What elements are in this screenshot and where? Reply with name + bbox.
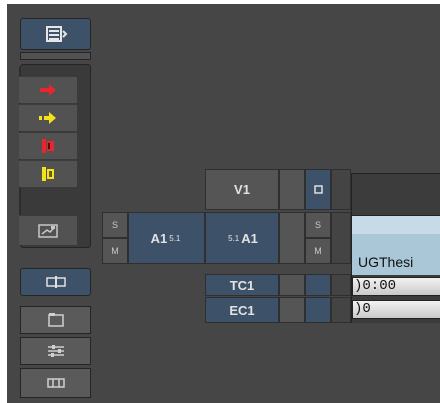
- v1-label: V1: [234, 182, 250, 197]
- v1-monitor-button[interactable]: [305, 169, 331, 210]
- mute-label: M: [111, 246, 119, 256]
- mixer-button[interactable]: [20, 337, 91, 365]
- editor-window: V1 S M A1 5.1 5.1 A1 S M TC1 EC1 UGThesi…: [7, 4, 440, 403]
- ec1-lock-cell: [279, 297, 305, 323]
- yellow-arrow-right-icon: [39, 112, 56, 124]
- splice-button[interactable]: [19, 132, 77, 159]
- ec1-label: EC1: [229, 302, 255, 318]
- a1-record-mute-button[interactable]: M: [305, 238, 331, 264]
- edgecode-track-bar: )0: [352, 300, 440, 319]
- v1-record-track-selector[interactable]: V1: [205, 169, 279, 210]
- grid-view-icon: [46, 378, 65, 388]
- a1-record-track-selector[interactable]: 5.1 A1: [205, 212, 279, 264]
- extract-button[interactable]: [19, 104, 77, 131]
- grid-view-button[interactable]: [20, 368, 91, 398]
- overwrite-button[interactable]: [19, 160, 77, 187]
- a1-source-mute-button[interactable]: M: [102, 238, 128, 264]
- mixer-sliders-icon: [47, 345, 64, 357]
- audio-clip[interactable]: UGThesi: [352, 215, 440, 275]
- palette-divider: [20, 52, 91, 60]
- split-track-button[interactable]: [20, 268, 91, 296]
- replace-button[interactable]: [19, 215, 77, 245]
- timecode-track-bar: )0:00: [352, 277, 440, 296]
- lift-button[interactable]: [19, 76, 77, 103]
- screen-edit-icon: [38, 223, 58, 238]
- a1-source-format: 5.1: [169, 233, 181, 243]
- a1-source-label: A1: [150, 230, 168, 246]
- v1-spacer: [331, 169, 351, 210]
- tc1-track[interactable]: TC1: [205, 274, 279, 296]
- a1-record-solo-button[interactable]: S: [305, 212, 331, 238]
- red-clip-icon: [42, 139, 54, 153]
- a1-source-track-selector[interactable]: A1 5.1: [128, 212, 205, 264]
- tc1-lock-cell: [279, 274, 305, 296]
- red-arrow-right-icon: [40, 84, 56, 96]
- a1-spacer: [331, 212, 351, 264]
- split-track-icon: [45, 276, 66, 288]
- v1-lock-button[interactable]: [279, 169, 305, 210]
- ec1-spacer: [331, 297, 351, 323]
- clip-name: UGThesi: [358, 254, 414, 270]
- clip-frame-button[interactable]: [20, 306, 91, 334]
- tc1-spacer: [331, 274, 351, 296]
- ec1-track[interactable]: EC1: [205, 297, 279, 323]
- yellow-clip-icon: [42, 167, 54, 181]
- solo-label: S: [314, 220, 321, 230]
- a1-lock-button[interactable]: [279, 212, 305, 264]
- timeline-area[interactable]: UGThesi )0:00 )0: [351, 173, 440, 323]
- a1-source-solo-button[interactable]: S: [102, 212, 128, 238]
- palette-menu-button[interactable]: [20, 18, 91, 50]
- tc1-aux-cell: [305, 274, 331, 296]
- ec-value: )0: [354, 301, 371, 317]
- monitor-square-icon: [313, 185, 323, 194]
- solo-label: S: [111, 220, 118, 230]
- clip-frame-icon: [47, 313, 64, 327]
- panel-menu-icon: [45, 26, 67, 42]
- tc-value: )0:00: [354, 278, 397, 294]
- mute-label: M: [314, 246, 322, 256]
- tc1-label: TC1: [229, 277, 255, 293]
- ec1-aux-cell: [305, 297, 331, 323]
- a1-record-format: 5.1: [228, 233, 240, 243]
- a1-record-label: A1: [241, 230, 258, 246]
